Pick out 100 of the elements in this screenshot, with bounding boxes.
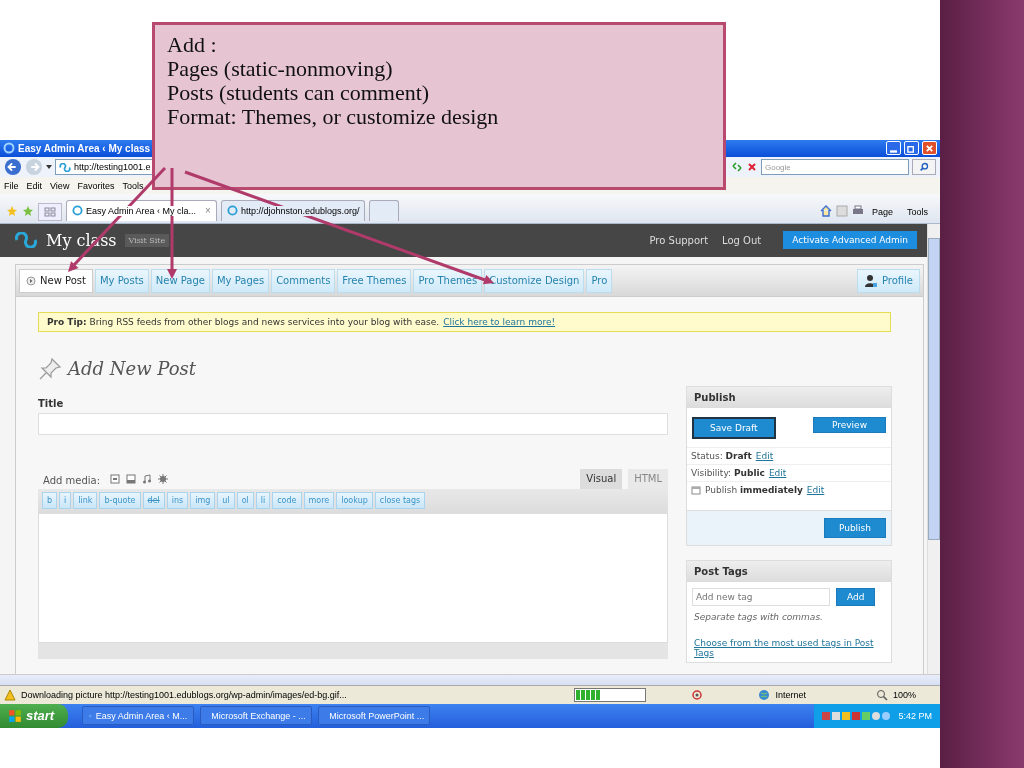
dropdown-icon[interactable] — [46, 165, 52, 169]
publish-setting: Publish immediately — [705, 484, 803, 495]
tags-hint: Separate tags with commas. — [693, 610, 824, 622]
browser-tab[interactable]: http://djohnston.edublogs.org/ — [220, 199, 366, 221]
image-icon[interactable] — [110, 473, 121, 484]
edit-link[interactable]: Edit — [768, 467, 787, 478]
format-button[interactable]: i — [59, 492, 72, 509]
menu-item[interactable]: Tools — [122, 180, 144, 191]
close-button[interactable] — [922, 141, 937, 156]
nav-tab[interactable]: Pro — [586, 268, 613, 293]
format-button[interactable]: ul — [217, 492, 235, 509]
title-input[interactable] — [38, 412, 668, 435]
add-media-label: Add media: — [43, 474, 101, 486]
window-title: Easy Admin Area ‹ My class — [18, 142, 151, 154]
maximize-button[interactable] — [904, 141, 919, 156]
stop-icon[interactable] — [746, 161, 758, 173]
nav-tab[interactable]: My Posts — [94, 268, 149, 293]
format-button[interactable]: b — [42, 492, 58, 509]
format-button[interactable]: lookup — [336, 492, 373, 509]
visit-site-button[interactable]: Visit Site — [124, 233, 170, 247]
arrow-circle-icon — [26, 275, 36, 286]
header-link[interactable]: Pro Support — [649, 234, 709, 246]
back-icon[interactable] — [4, 158, 22, 176]
learn-more-link[interactable]: Click here to learn more! — [443, 316, 556, 327]
refresh-icon[interactable] — [731, 161, 743, 173]
pro-tip-text: Pro Tip: Bring RSS feeds from other blogs and news services into your blog with ease. — [47, 316, 440, 327]
command-menu[interactable]: Tools — [907, 206, 928, 217]
favorites-star-icon[interactable] — [6, 204, 18, 217]
menu-item[interactable]: File — [4, 180, 19, 191]
field-label: Title — [38, 397, 65, 409]
menu-item[interactable]: Edit — [26, 180, 43, 191]
tray-icons-drawing[interactable] — [822, 710, 893, 722]
warning-icon — [4, 689, 16, 702]
nav-tab[interactable]: New Page — [150, 268, 210, 293]
taskbar-button[interactable]: Easy Admin Area ‹ M... — [82, 706, 195, 726]
command-menu[interactable]: Page — [871, 206, 893, 217]
tab-close-button[interactable]: × — [205, 205, 211, 216]
nav-tab[interactable]: New Post — [19, 268, 93, 293]
nav-tab[interactable]: Customize Design — [484, 268, 585, 293]
nav-tab[interactable]: Comments — [271, 268, 336, 293]
box-title: Publish — [687, 386, 891, 408]
tag-input[interactable]: Add new tag — [692, 587, 830, 606]
format-button[interactable]: img — [190, 492, 216, 509]
quick-tabs-button[interactable] — [38, 202, 62, 221]
format-button[interactable]: b-quote — [99, 492, 141, 509]
format-button[interactable]: ins — [166, 492, 189, 509]
clock: 5:42 PM — [898, 711, 932, 721]
zoom-level[interactable]: 100% — [892, 690, 916, 701]
taskbar-button[interactable]: Microsoft PowerPoint ... — [318, 706, 431, 726]
browser-tab[interactable]: Easy Admin Area ‹ My cla... × — [66, 199, 217, 221]
menu-item[interactable]: View — [50, 180, 70, 191]
header-link[interactable]: Log Out — [722, 234, 762, 246]
start-button[interactable]: start — [0, 704, 69, 728]
page-icon — [226, 205, 238, 216]
edit-link[interactable]: Edit — [806, 484, 825, 495]
profile-tab[interactable]: Profile — [856, 268, 920, 293]
publish-button[interactable]: Publish — [823, 517, 886, 538]
activate-admin-button[interactable]: Activate Advanced Admin — [783, 231, 917, 249]
editor-tab[interactable]: HTML — [628, 468, 668, 489]
media-star-icon[interactable] — [158, 473, 169, 484]
user-icon — [863, 273, 878, 288]
search-field[interactable]: Google — [761, 159, 909, 175]
print-icon[interactable] — [851, 204, 864, 217]
site-logo-icon — [14, 232, 38, 248]
editor-tab[interactable]: Visual — [580, 468, 623, 489]
grid-icon — [44, 206, 56, 217]
nav-tab[interactable]: My Pages — [212, 268, 270, 293]
vertical-scrollbar[interactable] — [927, 223, 940, 674]
nav-tab[interactable]: Pro Themes — [413, 268, 483, 293]
minimize-button[interactable] — [886, 141, 901, 156]
home-icon[interactable] — [819, 204, 832, 217]
format-button[interactable]: ol — [236, 492, 254, 509]
maximize-icon — [907, 143, 916, 153]
format-button[interactable]: code — [272, 492, 302, 509]
pushpin-icon — [38, 356, 62, 381]
zoom-icon[interactable] — [875, 689, 888, 702]
save-draft-button[interactable]: Save Draft — [692, 416, 776, 439]
search-button[interactable] — [912, 159, 936, 175]
search-icon — [919, 162, 929, 172]
status-text: Downloading picture http://testing1001.edublogs.org/wp-admin/images/ed-bg.gif... — [21, 690, 347, 701]
security-zone: Internet — [775, 690, 806, 701]
format-button[interactable]: li — [255, 492, 271, 509]
box-title: Post Tags — [687, 560, 891, 582]
nav-tab[interactable]: Free Themes — [337, 268, 412, 293]
format-button[interactable]: more — [303, 492, 335, 509]
format-button[interactable]: link — [73, 492, 98, 509]
windows-flag-icon — [8, 709, 22, 723]
music-note-icon[interactable] — [142, 473, 153, 484]
menu-item[interactable]: Favorites — [77, 180, 115, 191]
address-field[interactable]: http://testing1001.e — [55, 159, 155, 175]
most-used-tags-link[interactable]: Choose from the most used tags in Post Tags — [687, 621, 891, 662]
add-tag-button[interactable]: Add — [836, 587, 876, 606]
taskbar-button[interactable]: Microsoft Exchange - ... — [200, 706, 313, 726]
format-button[interactable]: del — [142, 492, 165, 509]
preview-button[interactable]: Preview — [812, 416, 886, 433]
edit-link[interactable]: Edit — [755, 450, 774, 461]
format-button[interactable]: close tags — [374, 492, 426, 509]
video-icon[interactable] — [126, 473, 137, 484]
privacy-icon[interactable] — [691, 689, 704, 702]
calendar-icon — [691, 484, 701, 495]
